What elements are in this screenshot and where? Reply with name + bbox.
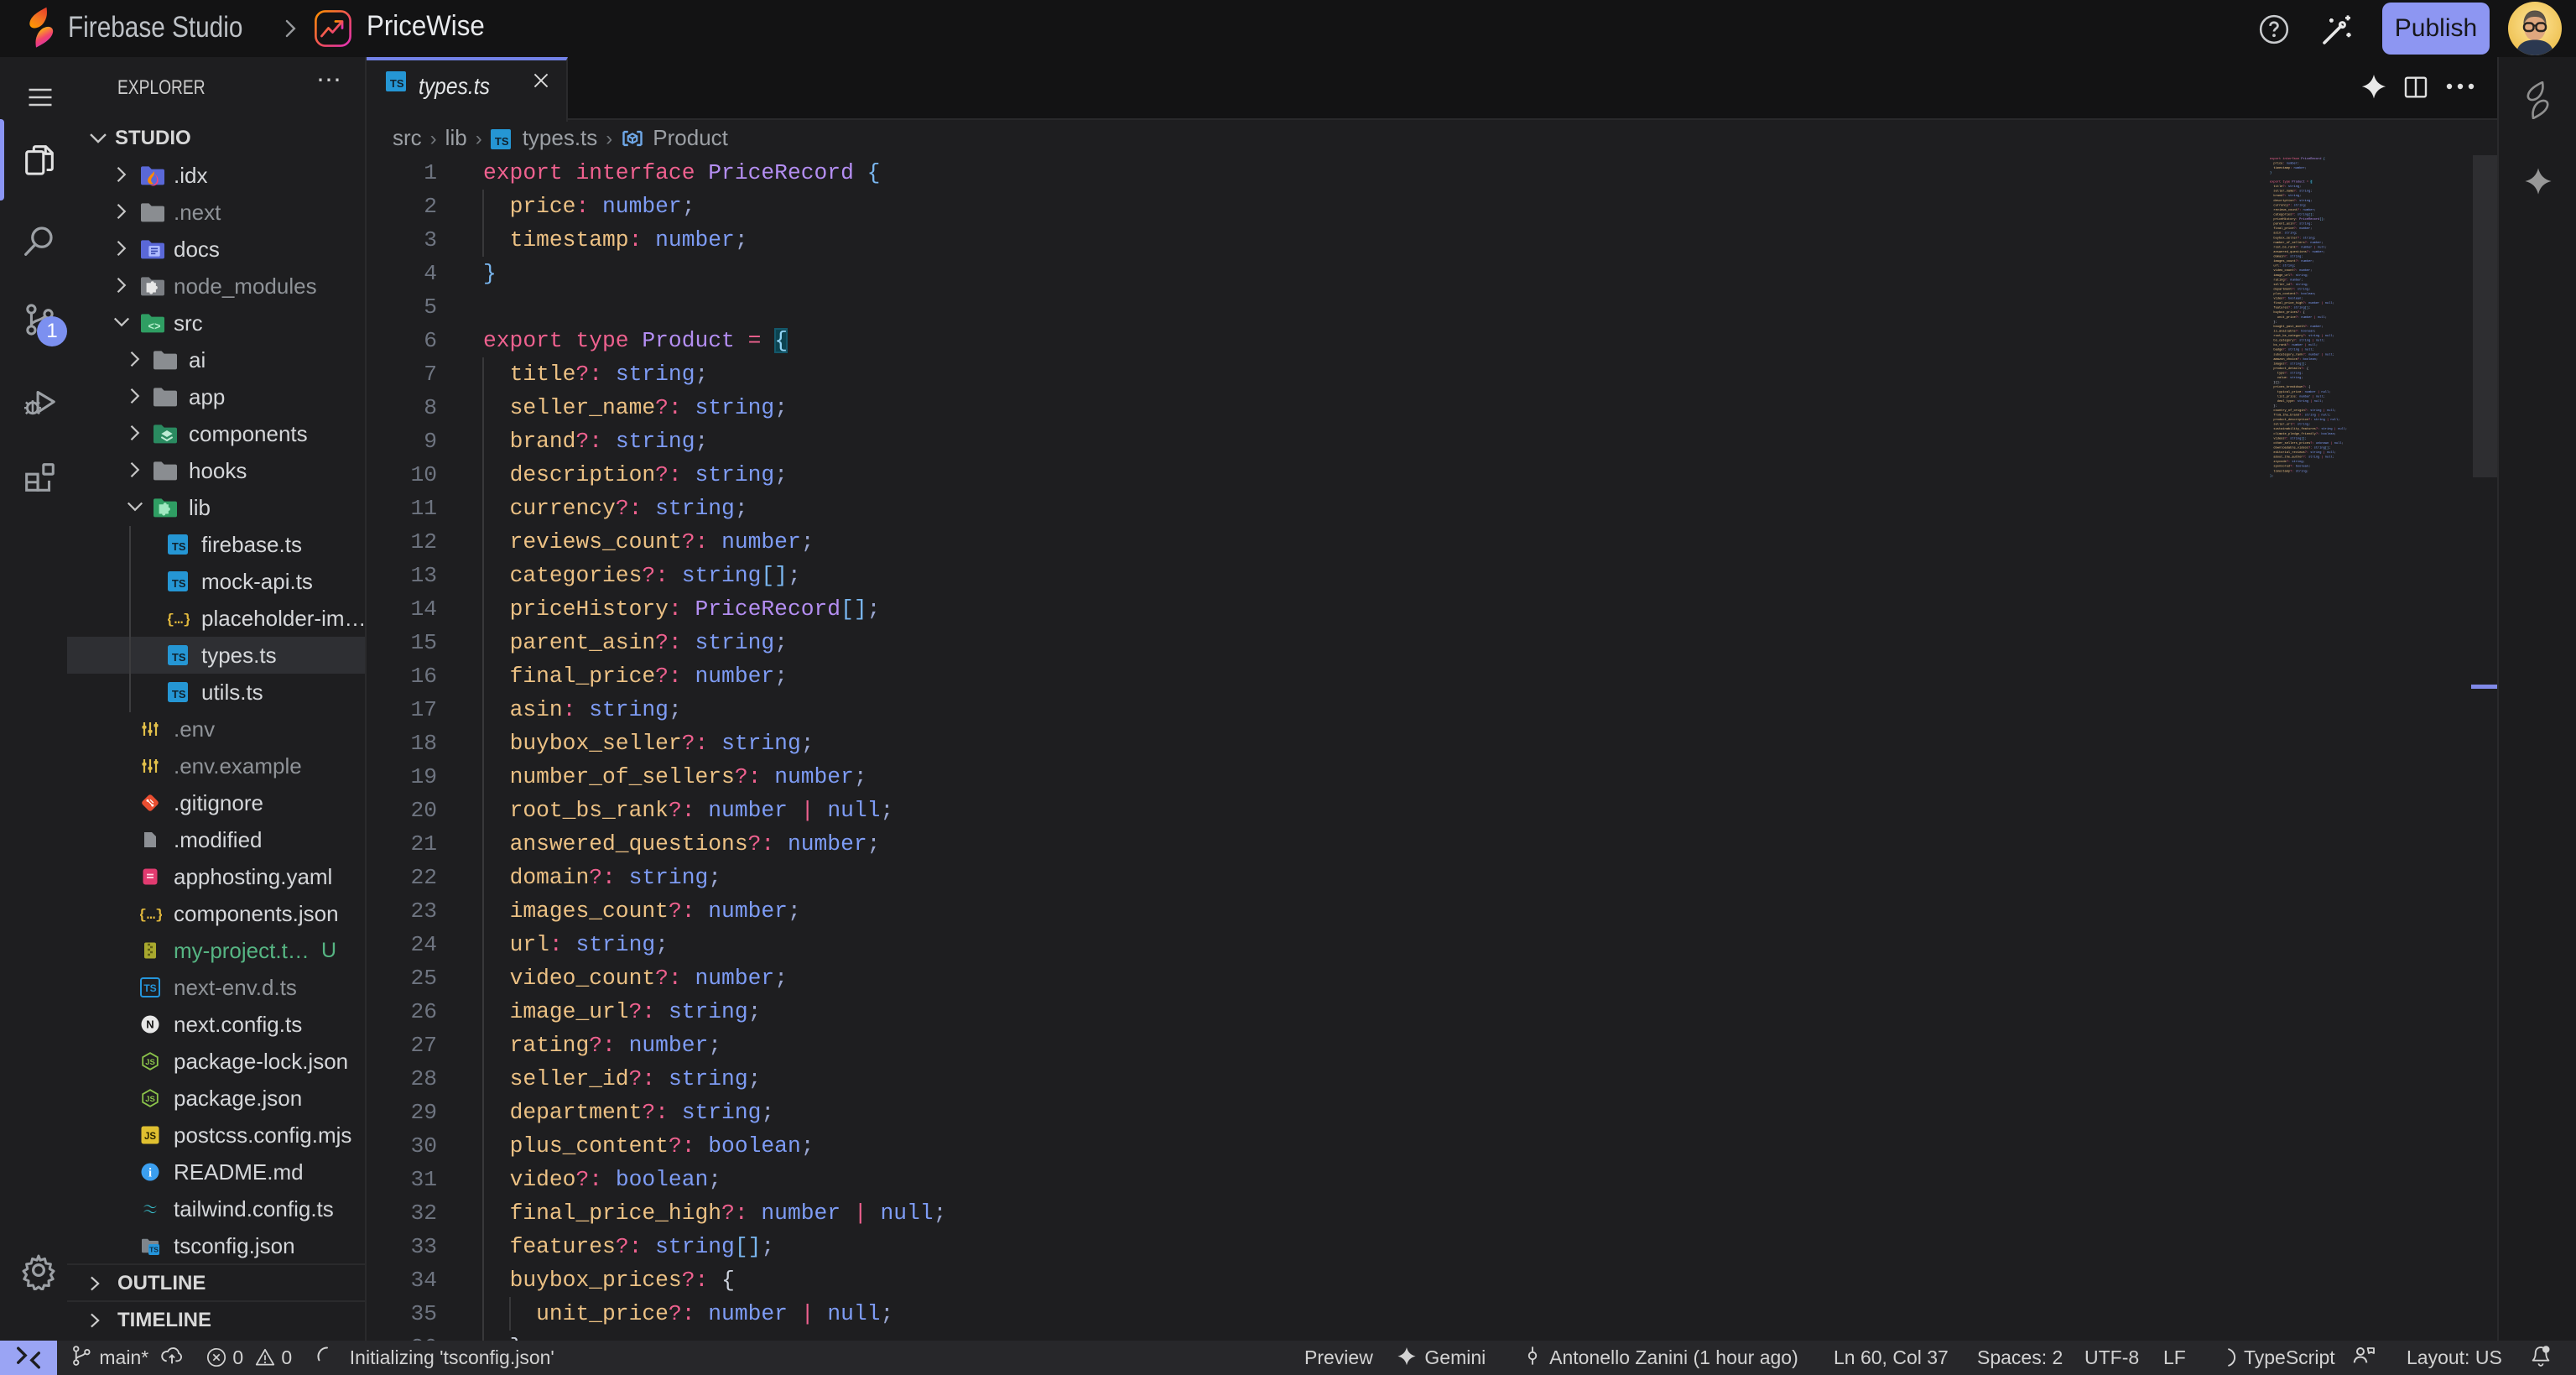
svg-text:TS: TS [172, 688, 186, 701]
svg-text:JS: JS [144, 1132, 156, 1142]
svg-text:{…}: {…} [168, 612, 190, 628]
svg-text:JS: JS [145, 1058, 155, 1067]
svg-text:{…}: {…} [140, 908, 162, 924]
svg-text:TS: TS [495, 135, 509, 148]
svg-text:TS: TS [143, 982, 156, 994]
svg-text:TS: TS [172, 651, 186, 664]
svg-text:JS: JS [145, 1095, 155, 1104]
svg-text:TS: TS [172, 577, 186, 590]
svg-text:TS: TS [172, 540, 186, 553]
svg-text:TS: TS [390, 77, 404, 90]
svg-text:<>: <> [148, 320, 160, 333]
svg-text:N: N [146, 1018, 154, 1031]
svg-text:i: i [148, 1167, 152, 1180]
svg-text:TS: TS [149, 1246, 159, 1254]
